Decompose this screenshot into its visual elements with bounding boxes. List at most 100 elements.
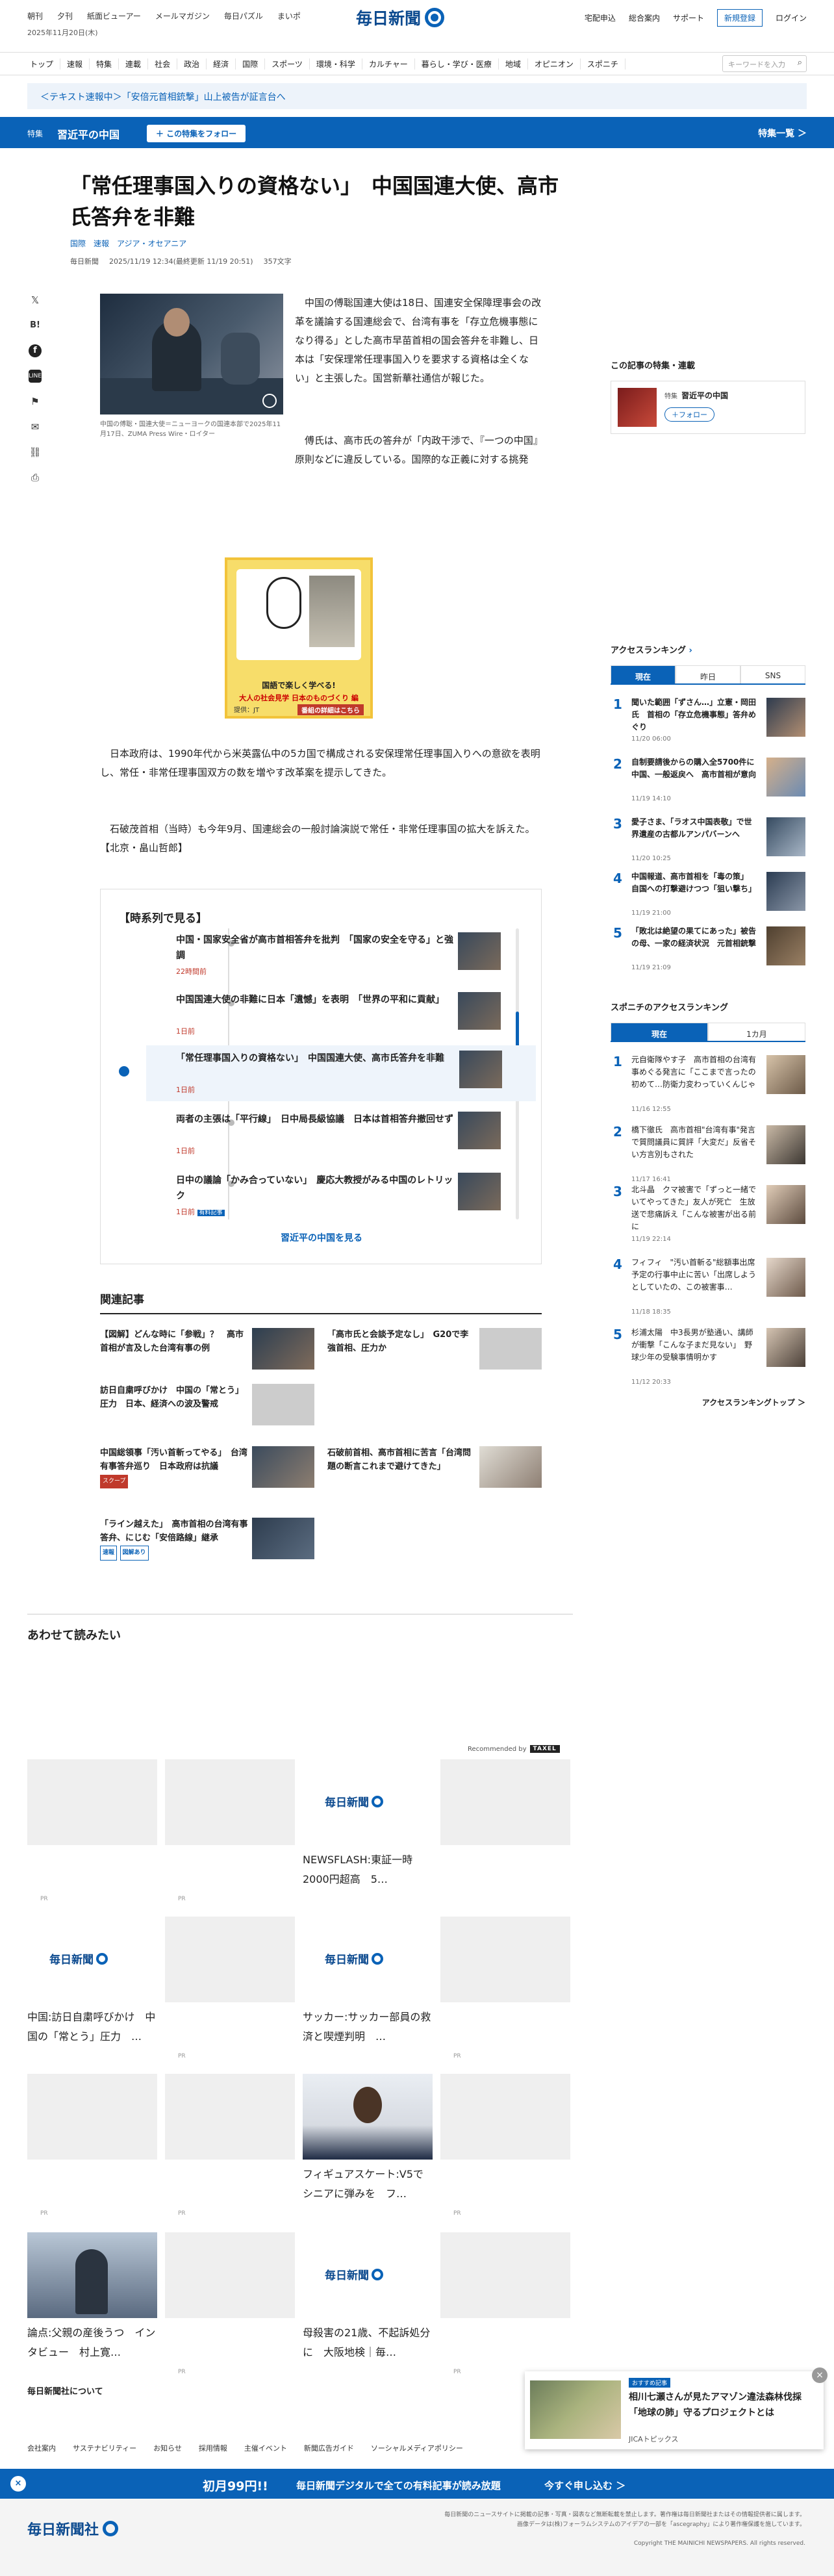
footer-link[interactable]: サステナビリティー	[73, 2443, 136, 2453]
readmore-card[interactable]: PR	[440, 2074, 570, 2217]
tab-month[interactable]: 1カ月	[708, 1023, 805, 1041]
subscribe-banner[interactable]: × 初月99円!! 毎日新聞デジタルで全ての有料記事が読み放題 今すぐ申し込む …	[0, 2469, 834, 2499]
timeline-item-current[interactable]: 「常任理事国入りの資格ない」 中国国連大使、高市氏答弁を非難 1日前	[119, 1045, 536, 1101]
bookmark-icon[interactable]: ⚑	[29, 395, 42, 408]
timeline-item[interactable]: 日中の議論「かみ合っていない」 慶応大教授がみる中国のレトリック 1日前 有料記…	[129, 1167, 501, 1223]
util-link[interactable]: サポート	[673, 12, 704, 23]
readmore-card[interactable]: 論点:父親の産後うつ インタビュー 村上寛…	[27, 2232, 157, 2362]
ranking-item[interactable]: 3 愛子さま、「ラオス中国表敬」で世界遺産の古都ルアンパバーンへ 11/20 10:…	[611, 815, 805, 872]
nav-item[interactable]: 連載	[119, 58, 149, 70]
timeline-item[interactable]: 中国・国家安全省が高市首相答弁を批判 「国家の安全を守る」と強調 22時間前	[129, 927, 501, 983]
readmore-card[interactable]: PR	[165, 2232, 295, 2375]
nav-item[interactable]: 政治	[177, 58, 207, 70]
nav-item[interactable]: トップ	[23, 58, 61, 70]
login-link[interactable]: ログイン	[776, 12, 807, 23]
category-link[interactable]: アジア・オセアニア	[117, 238, 186, 249]
nav-item[interactable]: 速報	[60, 58, 90, 70]
timeline-item[interactable]: 両者の主張は「平行線」 日中局長級協議 日本は首相答弁撤回せず 1日前	[129, 1106, 501, 1162]
footer-link[interactable]: 主催イベント	[244, 2443, 287, 2453]
subscribe-cta[interactable]: 今すぐ申し込む ＞	[544, 2479, 626, 2492]
related-item[interactable]: 「高市氏と会談予定なし」 G20で李強首相、圧力か	[327, 1328, 542, 1376]
footer-link[interactable]: 採用情報	[199, 2443, 227, 2453]
nav-item[interactable]: 地域	[499, 58, 528, 70]
nav-item[interactable]: 環境・科学	[310, 58, 362, 70]
readmore-card[interactable]: 毎日新聞 NEWSFLASH:東証一時2000円超高 5…	[303, 1759, 433, 1889]
sponichi-item[interactable]: 2 橋下徹氏 高市首相"台湾有事"発言で質問議員に質評「大変だ」反省そい方言別もさ…	[611, 1123, 805, 1183]
tab-yesterday[interactable]: 昨日	[676, 665, 740, 683]
footer-link[interactable]: 会社案内	[27, 2443, 56, 2453]
x-icon[interactable]: 𝕏	[29, 294, 42, 307]
register-button[interactable]: 新規登録	[716, 9, 763, 27]
nav-item[interactable]: スポニチ	[581, 58, 626, 70]
ranking-item[interactable]: 4 中国報道、高市首相を「毒の策」 自国への打撃避けつつ「狙い撃ち」 11/19 2…	[611, 869, 805, 926]
nav-item[interactable]: 社会	[148, 58, 178, 70]
sponichi-item[interactable]: 3 北斗晶 クマ被害で「ずっと一緒でいてやってきた」友人が死亡 生放送で悲痛訴え「…	[611, 1182, 805, 1243]
util-link[interactable]: 毎日パズル	[224, 10, 263, 21]
readmore-card[interactable]: 毎日新聞 母殺害の21歳、不起訴処分に 大阪地検｜毎…	[303, 2232, 433, 2362]
util-link[interactable]: メールマガジン	[155, 10, 210, 21]
sponichi-item[interactable]: 1 元自衛隊やす子 高市首相の台湾有事めぐる発言に「ここまで言ったの初めて…防衛力…	[611, 1052, 805, 1113]
readmore-card[interactable]: 毎日新聞 サッカー:サッカー部員の救済と喫煙判明 …	[303, 1917, 433, 2047]
feature-title[interactable]: 習近平の中国	[57, 126, 120, 142]
readmore-card[interactable]: 毎日新聞 中国:訪日自粛呼びかけ 中国の「常とう」圧力 …	[27, 1917, 157, 2047]
util-link[interactable]: 紙面ビューアー	[87, 10, 141, 21]
related-item[interactable]: 訪日自粛呼びかけ 中国の「常とう」圧力 日本、経済への波及警戒	[100, 1384, 314, 1432]
zoom-icon[interactable]	[262, 394, 277, 408]
footer-link[interactable]: 新聞広告ガイド	[304, 2443, 354, 2453]
nav-item[interactable]: オピニオン	[528, 58, 581, 70]
util-link[interactable]: 宅配申込	[585, 12, 616, 23]
util-link[interactable]: 総合案内	[629, 12, 660, 23]
close-icon[interactable]: ×	[10, 2476, 26, 2492]
related-item[interactable]: 中国総領事「汚い首斬ってやる」 台湾有事答弁巡り 日本政府は抗議 スクープ	[100, 1446, 314, 1494]
mail-icon[interactable]: ✉	[29, 420, 42, 433]
follow-feature-button[interactable]: ＋ この特集をフォロー	[147, 125, 246, 142]
nav-item[interactable]: スポーツ	[265, 58, 310, 70]
sidebar-feature-card[interactable]: 特集 習近平の中国 ＋フォロー	[611, 381, 805, 434]
breaking-ticker[interactable]: ＜テキスト速報中＞「安倍元首相銃撃」山上被告が証言台へ	[27, 83, 807, 109]
footer-link[interactable]: ソーシャルメディアポリシー	[371, 2443, 463, 2453]
footer-link[interactable]: お知らせ	[153, 2443, 182, 2453]
ranking-item[interactable]: 2 自制要請後からの購入全5700件に 中国、一般返戻へ 高市首相が意向 11/19…	[611, 755, 805, 812]
search-icon[interactable]: ⌕	[798, 58, 802, 68]
search-input[interactable]: キーワードを入力 ⌕	[722, 55, 807, 72]
footer-logo[interactable]: 毎日新聞社	[27, 2518, 119, 2539]
nav-item[interactable]: 国際	[236, 58, 266, 70]
readmore-card[interactable]	[440, 1759, 570, 1889]
util-link[interactable]: 朝刊	[27, 10, 43, 21]
site-logo[interactable]: 毎日新聞	[356, 6, 445, 29]
line-icon[interactable]: LINE	[29, 370, 42, 383]
tab-now[interactable]: 現在	[611, 1023, 708, 1041]
related-item[interactable]: 【図解】どんな時に「参戦」？ 高市首相が言及した台湾有事の例	[100, 1328, 314, 1376]
ad-cta[interactable]: 番組の詳細はこちら	[297, 704, 364, 715]
category-link[interactable]: 速報	[94, 238, 109, 249]
ranking-item[interactable]: 1 聞いた範囲「ずさん…」立憲・岡田氏 首相の「存立危機事態」答弁めぐり 11/20…	[611, 695, 805, 752]
nav-item[interactable]: 特集	[90, 58, 120, 70]
readmore-card[interactable]: PR	[165, 1759, 295, 1902]
timeline-item[interactable]: 中国国連大使の非難に日本「遺憾」を表明 「世界の平和に貢献」 1日前	[129, 987, 501, 1043]
sponichi-item[interactable]: 4 フィフィ "汚い首斬る"総額事出席予定の行事中止に苦い「出席しようとしていたの…	[611, 1255, 805, 1316]
related-item[interactable]: 「ライン越えた」 高市首相の台湾有事答弁、にじむ「安倍路線」継承 速報 図解あり	[100, 1518, 314, 1566]
related-item[interactable]: 石破前首相、高市首相に苦言「台湾問題の断言これまで避けてきた」	[327, 1446, 542, 1494]
link-icon[interactable]: ⛓	[29, 446, 42, 459]
timeline-more-link[interactable]: 習近平の中国を見る	[101, 1231, 542, 1244]
tab-now[interactable]: 現在	[611, 665, 676, 683]
util-link[interactable]: 夕刊	[57, 10, 73, 21]
facebook-icon[interactable]: f	[29, 344, 42, 357]
ranking-item[interactable]: 5 「敗北は絶望の果てにあった」被告の母、一家の経済状況 元首相銃撃 11/19 2…	[611, 924, 805, 981]
hatena-icon[interactable]: B!	[29, 319, 42, 332]
readmore-card[interactable]: PR	[27, 2074, 157, 2217]
nav-item[interactable]: カルチャー	[362, 58, 415, 70]
nav-item[interactable]: 経済	[207, 58, 236, 70]
tab-sns[interactable]: SNS	[740, 665, 805, 683]
print-icon[interactable]: ⎙	[29, 471, 42, 484]
sponichi-item[interactable]: 5 杉浦太陽 中3長男が塾通い、講師が衝撃「こんな子まだ見ない」 野球少年の受験事…	[611, 1325, 805, 1386]
readmore-card[interactable]: PR	[27, 1759, 157, 1902]
readmore-card[interactable]: フィギュアスケート:V5でシニアに弾みを フ…	[303, 2074, 433, 2204]
readmore-card[interactable]: PR	[440, 2232, 570, 2375]
feature-list-link[interactable]: 特集一覧 ＞	[758, 127, 807, 140]
ranking-top-link[interactable]: アクセスランキングトップ ＞	[611, 1397, 805, 1408]
nav-item[interactable]: 暮らし・学び・医療	[415, 58, 499, 70]
article-photo[interactable]	[100, 294, 283, 414]
readmore-card[interactable]: PR	[440, 1917, 570, 2060]
ad-banner[interactable]: 国語で楽しく学べる! 大人の社会見学 日本のものづくり 編 提供：JT 番組の詳細…	[225, 557, 373, 719]
